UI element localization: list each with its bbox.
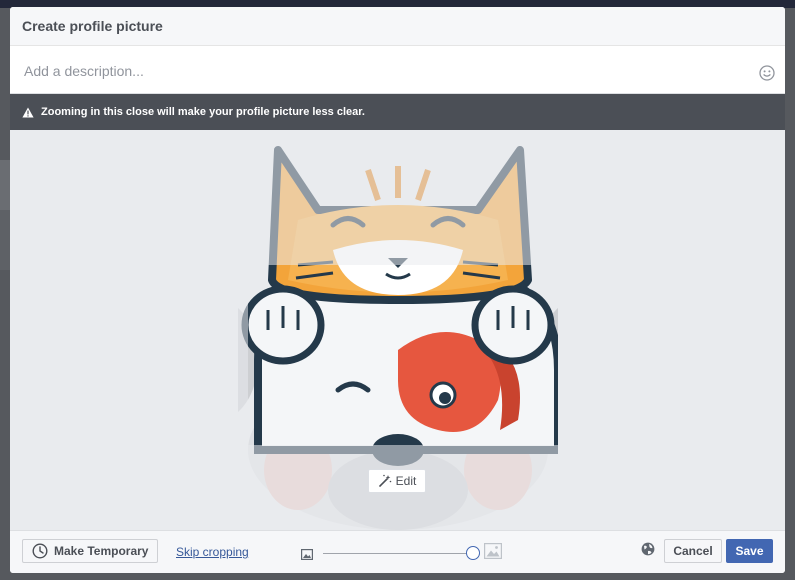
warning-icon — [22, 107, 34, 118]
save-button[interactable]: Save — [726, 539, 773, 563]
edit-label: Edit — [395, 474, 417, 488]
edit-photo-button[interactable]: Edit — [368, 469, 426, 493]
globe-icon[interactable] — [641, 542, 655, 561]
magic-wand-icon — [378, 474, 391, 487]
clock-icon — [32, 543, 48, 559]
backdrop-strip — [0, 160, 10, 210]
zoom-warning-banner: Zooming in this close will make your pro… — [10, 94, 785, 130]
skip-cropping-link[interactable]: Skip cropping — [176, 545, 249, 559]
image-small-icon — [301, 547, 314, 565]
dialog-footer: Make Temporary Skip cropping Cancel Save — [10, 530, 785, 573]
zoom-slider-track[interactable] — [323, 553, 473, 554]
smiley-icon[interactable] — [759, 65, 775, 81]
dialog-title: Create profile picture — [22, 18, 163, 34]
cancel-button[interactable]: Cancel — [664, 539, 722, 563]
dialog-header: Create profile picture — [10, 7, 785, 46]
create-profile-picture-dialog: Create profile picture Zooming in this c… — [10, 7, 785, 573]
warning-text: Zooming in this close will make your pro… — [41, 106, 365, 118]
image-large-icon — [484, 543, 502, 564]
make-temporary-button[interactable]: Make Temporary — [22, 539, 159, 563]
zoom-slider-handle[interactable] — [466, 546, 480, 560]
crop-canvas[interactable]: Edit — [10, 130, 785, 531]
description-area — [10, 46, 785, 94]
description-input[interactable] — [22, 59, 746, 83]
make-temporary-label: Make Temporary — [54, 544, 149, 558]
backdrop-strip — [0, 210, 10, 270]
